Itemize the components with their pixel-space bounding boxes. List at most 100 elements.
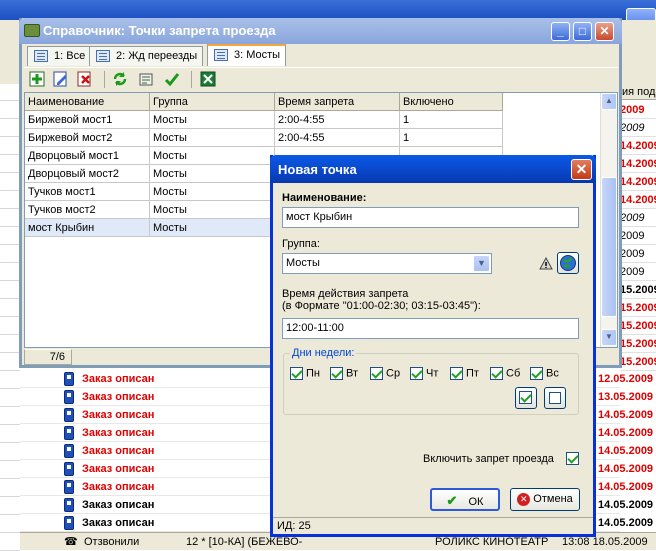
column-header-time[interactable]: Время запрета — [275, 93, 400, 111]
tab-all[interactable]: 1: Все — [27, 46, 92, 66]
toolbar-separator — [104, 71, 105, 88]
close-button[interactable]: ✕ — [595, 22, 614, 41]
scroll-thumb[interactable] — [601, 177, 617, 317]
table-icon — [96, 50, 110, 62]
group-label: Группа: — [282, 238, 320, 250]
table-cell: Мосты — [150, 183, 275, 201]
checkbox-icon — [370, 367, 383, 380]
reference-titlebar[interactable]: Справочник: Точки запрета проезда _ □ ✕ — [19, 18, 622, 44]
table-cell: 1 — [400, 129, 503, 147]
weekday-checkbox[interactable]: Чт — [410, 367, 438, 381]
select-all-days-button[interactable] — [515, 387, 537, 409]
name-field[interactable]: мост Крыбин — [282, 207, 579, 228]
dialog-title: Новая точка — [278, 162, 357, 177]
weekday-checkbox[interactable]: Пт — [450, 367, 479, 381]
scroll-down-button[interactable]: ▼ — [601, 329, 617, 346]
order-date: 14.05.2009 — [598, 481, 654, 493]
excel-icon[interactable] — [200, 71, 216, 87]
dialog-status-bar: ИД: 25 — [273, 517, 593, 534]
tab-label: 2: Жд переезды — [116, 50, 198, 62]
column-header-name[interactable]: Наименование — [25, 93, 150, 111]
grid-line — [0, 262, 20, 263]
table-row[interactable]: Биржевой мост1 Мосты 2:00-4:55 1 — [25, 111, 503, 129]
add-icon[interactable] — [29, 71, 45, 87]
grid-line — [0, 136, 20, 137]
background-date-cell: 15.2009 — [620, 284, 656, 296]
phone-icon — [64, 390, 74, 404]
grid-line — [0, 334, 20, 335]
vertical-scrollbar[interactable]: ▲ ▼ — [600, 93, 617, 347]
tab-label: 1: Все — [54, 50, 86, 62]
order-date: 12.05.2009 — [598, 373, 654, 385]
name-label: Наименование: — [282, 192, 367, 204]
weekday-label: Пт — [466, 367, 479, 380]
table-cell: 2:00-4:55 — [275, 129, 400, 147]
minimize-button[interactable]: _ — [551, 22, 570, 41]
time-field[interactable]: 12:00-11:00 — [282, 318, 579, 339]
cancel-button-label: Отмена — [533, 493, 573, 505]
delete-icon[interactable] — [77, 71, 93, 87]
background-date-cell: 2009 — [620, 104, 645, 116]
grid-line — [0, 442, 20, 443]
weekday-checkbox[interactable]: Вс — [530, 367, 559, 381]
weekdays-group: Дни недели: Пн Вт Ср Чт Пт Сб Вс — [283, 347, 579, 415]
phone-icon — [64, 408, 74, 422]
dialog-titlebar[interactable]: Новая точка ✕ — [270, 155, 596, 183]
phone-icon: ☎ — [64, 536, 78, 548]
weekday-label: Вс — [546, 367, 559, 380]
ok-button[interactable]: ✔ ОК — [430, 488, 500, 511]
maximize-button[interactable]: □ — [573, 22, 592, 41]
group-select[interactable]: Мосты ▼ — [282, 253, 492, 274]
background-left-grid — [0, 84, 20, 551]
table-cell: 1 — [400, 111, 503, 129]
enable-ban-checkbox[interactable] — [566, 452, 579, 465]
grid-line — [0, 226, 20, 227]
order-status: Заказ описан — [82, 427, 155, 439]
tab-bridges[interactable]: 3: Мосты — [207, 44, 287, 66]
clear-all-days-button[interactable] — [544, 387, 566, 409]
refresh-icon[interactable] — [112, 71, 128, 87]
weekday-checkbox[interactable]: Сб — [490, 367, 520, 381]
table-row[interactable]: Биржевой мост2 Мосты 2:00-4:55 1 — [25, 129, 503, 147]
chevron-down-icon[interactable]: ▼ — [473, 255, 490, 272]
order-status: Заказ описан — [82, 499, 155, 511]
cancel-button[interactable]: ✕ Отмена — [510, 488, 580, 511]
check-icon: ✔ — [446, 493, 458, 508]
table-cell: Мосты — [150, 147, 275, 165]
weekday-checkbox[interactable]: Пн — [290, 367, 320, 381]
table-cell: мост Крыбин — [25, 219, 150, 237]
table-cell: Тучков мост2 — [25, 201, 150, 219]
table-cell: Мосты — [150, 165, 275, 183]
properties-icon[interactable] — [138, 71, 154, 87]
table-icon — [214, 49, 228, 61]
table-cell: 2:00-4:55 — [275, 111, 400, 129]
weekdays-legend: Дни недели: — [290, 347, 357, 359]
new-point-dialog: Новая точка ✕ Наименование: мост Крыбин … — [270, 155, 596, 537]
background-date-cell: 2009 — [620, 248, 645, 260]
order-status: Заказ описан — [82, 445, 155, 457]
background-date-cell: 15.2009 — [620, 320, 656, 332]
globe-icon — [560, 255, 576, 271]
column-header-enabled[interactable]: Включено — [400, 93, 503, 111]
warning-icon — [539, 257, 553, 270]
table-cell: Дворцовый мост1 — [25, 147, 150, 165]
weekday-checkbox[interactable]: Ср — [370, 367, 400, 381]
grid-line — [0, 478, 20, 479]
grid-line — [0, 172, 20, 173]
phone-icon — [64, 498, 74, 512]
table-cell: Мосты — [150, 129, 275, 147]
scroll-up-button[interactable]: ▲ — [601, 93, 617, 110]
apply-icon[interactable] — [164, 71, 180, 87]
grid-line — [0, 352, 20, 353]
column-header-group[interactable]: Группа — [150, 93, 275, 111]
dialog-close-button[interactable]: ✕ — [571, 159, 592, 180]
checkbox-icon — [450, 367, 463, 380]
weekday-checkbox[interactable]: Вт — [330, 367, 358, 381]
row-time: 13:08 18.05.2009 — [562, 536, 648, 548]
map-button[interactable] — [557, 252, 579, 274]
tab-railway-crossings[interactable]: 2: Жд переезды — [89, 46, 204, 66]
background-date-column-header[interactable]: ия пода — [620, 84, 656, 100]
table-cell: Мосты — [150, 201, 275, 219]
grid-line — [0, 100, 20, 101]
edit-icon[interactable] — [53, 71, 69, 87]
